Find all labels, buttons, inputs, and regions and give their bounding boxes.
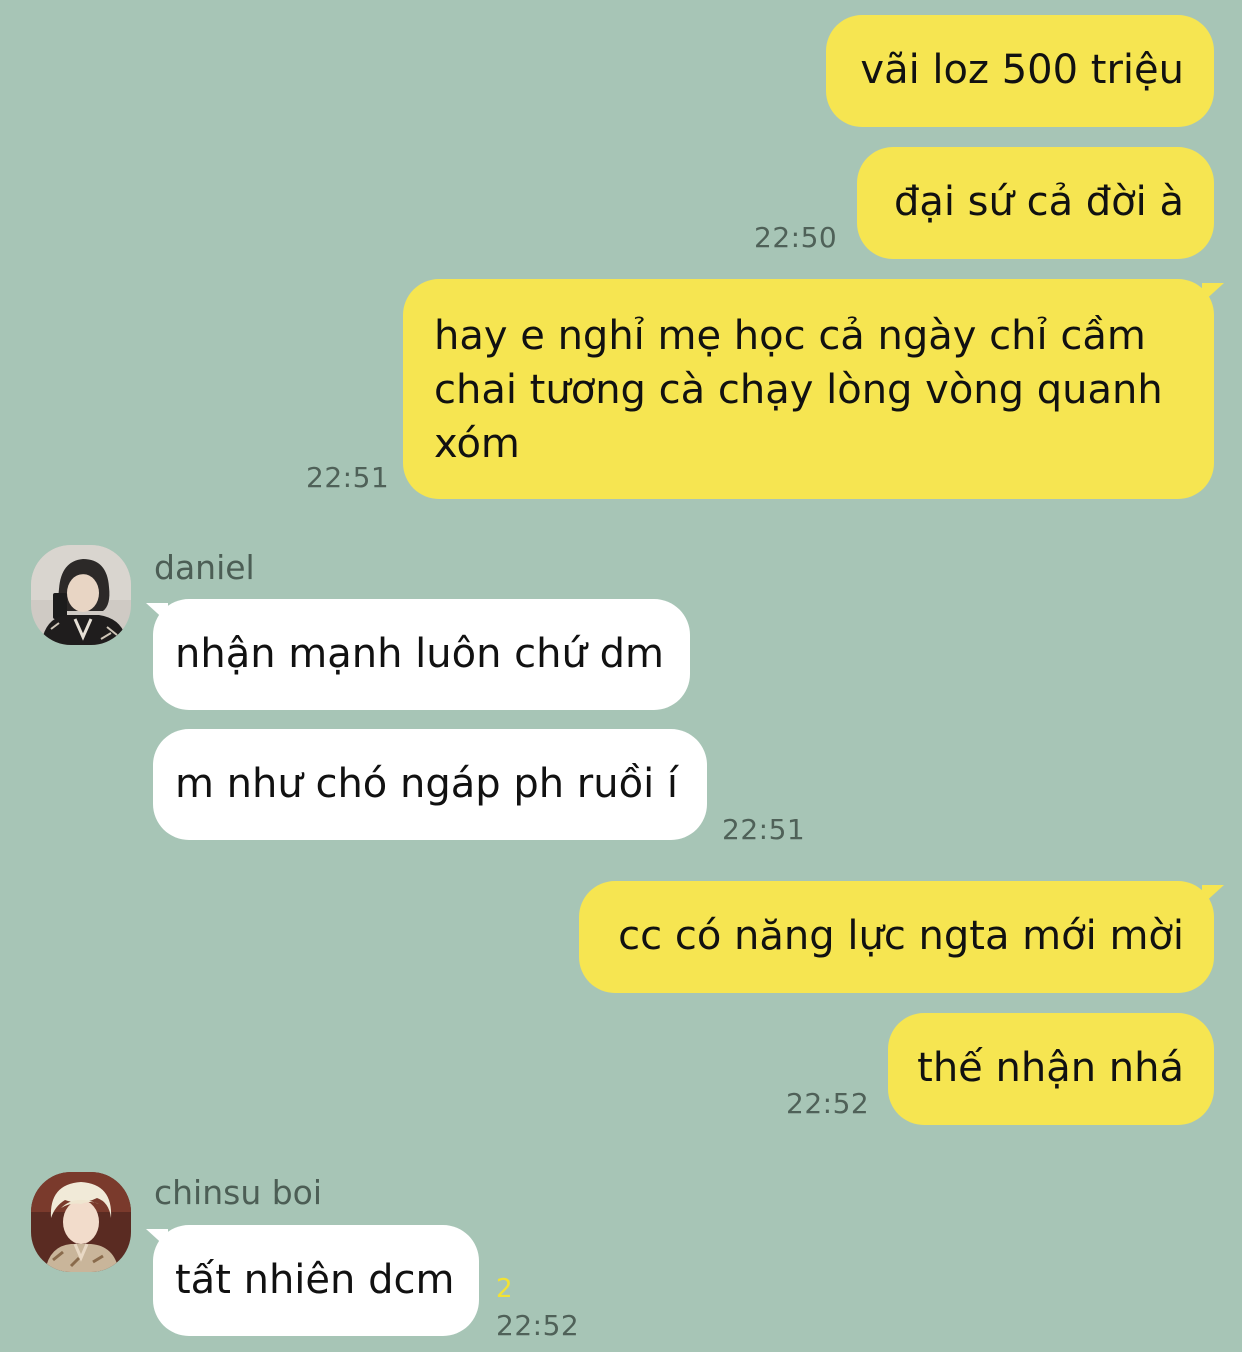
message-timestamp: 22:51 (306, 461, 390, 494)
message-timestamp: 22:52 (496, 1309, 580, 1342)
message-text: nhận mạnh luôn chứ dm (175, 631, 664, 677)
message-bubble-sent[interactable]: vãi loz 500 triệu (826, 15, 1214, 127)
sender-name: daniel (154, 548, 255, 587)
message-bubble-sent[interactable]: hay e nghỉ mẹ học cả ngày chỉ cầm chai t… (403, 279, 1214, 499)
unread-count: 2 (496, 1274, 513, 1304)
message-text: m như chó ngáp ph ruồi í (175, 761, 679, 807)
message-text: cc có năng lực ngta mới mời (618, 913, 1184, 959)
message-bubble-sent[interactable]: thế nhận nhá (888, 1013, 1214, 1125)
message-timestamp: 22:50 (754, 221, 838, 254)
message-text: hay e nghỉ mẹ học cả ngày chỉ cầm chai t… (434, 313, 1163, 467)
message-bubble-received[interactable]: nhận mạnh luôn chứ dm (153, 599, 690, 710)
message-text: tất nhiên dcm (175, 1257, 455, 1303)
message-text: vãi loz 500 triệu (860, 47, 1184, 93)
message-timestamp: 22:52 (786, 1087, 870, 1120)
avatar-chinsu-boi[interactable] (31, 1172, 131, 1272)
profile-photo-icon (31, 1172, 131, 1272)
message-bubble-sent[interactable]: cc có năng lực ngta mới mời (579, 881, 1214, 993)
message-bubble-sent[interactable]: đại sứ cả đời à (857, 147, 1214, 259)
chat-conversation: vãi loz 500 triệu đại sứ cả đời à 22:50 … (0, 0, 1242, 1352)
sender-name: chinsu boi (154, 1173, 323, 1212)
message-text: đại sứ cả đời à (893, 179, 1184, 225)
avatar-daniel[interactable] (31, 545, 131, 645)
message-bubble-received[interactable]: tất nhiên dcm (153, 1225, 479, 1336)
message-text: thế nhận nhá (917, 1045, 1184, 1091)
message-bubble-received[interactable]: m như chó ngáp ph ruồi í (153, 729, 707, 840)
message-timestamp: 22:51 (722, 813, 806, 846)
profile-photo-icon (31, 545, 131, 645)
